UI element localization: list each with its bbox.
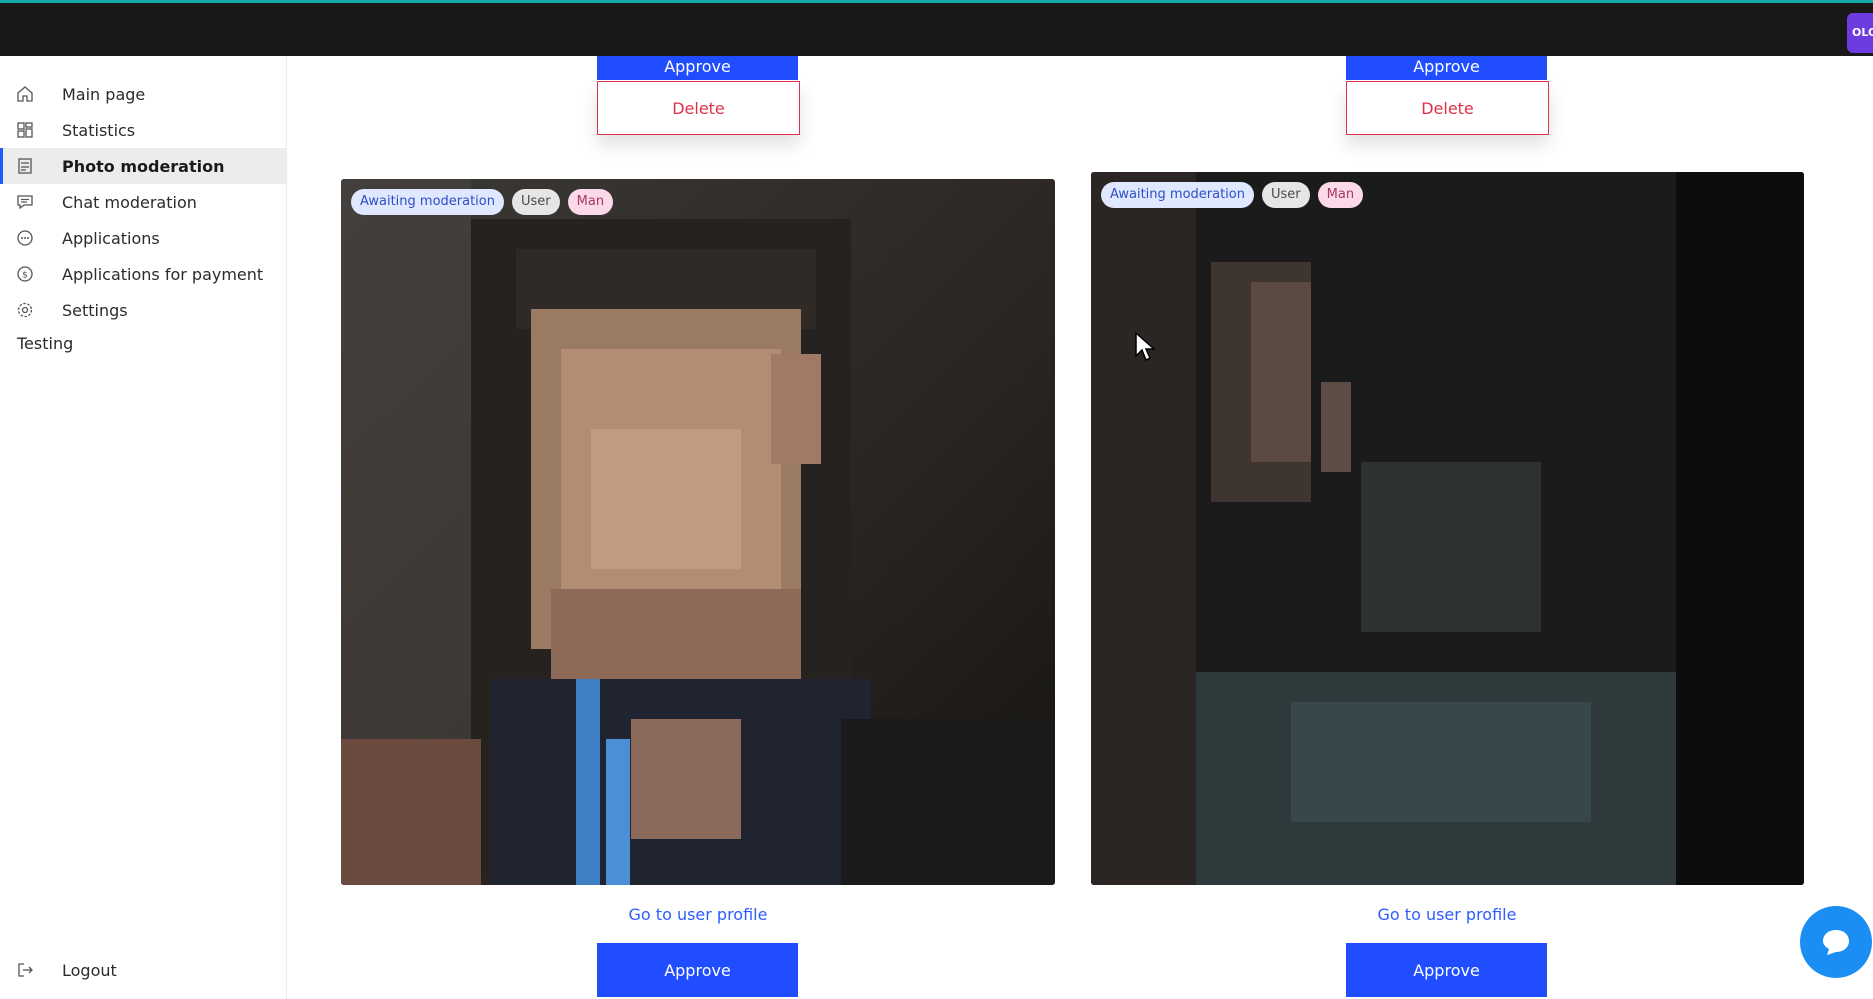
sidebar: Main page Statistics Photo moderation Ch… [0,56,287,999]
photo-moderation-content: Approve Delete Approve Delete Awaiting m… [288,56,1873,999]
status-badge: Awaiting moderation [351,189,504,215]
role-badge: User [512,189,560,215]
logout-label: Logout [62,960,117,980]
sidebar-item-label: Applications [62,228,160,248]
payment-icon: $ [17,266,33,282]
pixelated-photo [341,179,1055,885]
gender-badge: Man [1317,182,1364,208]
chat-support-button[interactable] [1800,906,1872,978]
sidebar-item-main-page[interactable]: Main page [0,76,287,112]
sidebar-item-statistics[interactable]: Statistics [0,112,287,148]
sidebar-item-photo-moderation[interactable]: Photo moderation [0,148,287,184]
photo-moderation-icon [18,158,32,174]
svg-text:$: $ [22,271,28,281]
photo-tags: Awaiting moderation User Man [351,189,614,215]
delete-button[interactable]: Delete [1346,81,1549,135]
sidebar-item-label: Main page [62,84,146,104]
user-photo[interactable]: Awaiting moderation User Man [341,179,1055,885]
sidebar-item-settings[interactable]: Settings [0,292,287,328]
approve-button[interactable]: Approve [597,943,798,997]
sidebar-item-label: Settings [62,300,128,320]
sidebar-item-label: Chat moderation [62,192,197,212]
brand-logo[interactable]: OLO [1847,13,1873,53]
sidebar-item-label: Photo moderation [62,156,225,176]
status-badge: Awaiting moderation [1101,182,1254,208]
gender-badge: Man [567,189,614,215]
role-badge: User [1262,182,1310,208]
approve-button[interactable]: Approve [597,56,798,80]
pixelated-photo [1091,172,1804,885]
home-icon [17,86,33,102]
applications-icon [17,230,33,246]
go-to-profile-link[interactable]: Go to user profile [1297,905,1597,924]
top-bar: OLO [0,0,1873,56]
user-photo[interactable]: Awaiting moderation User Man [1091,172,1804,885]
chat-bubble-icon [1823,930,1849,955]
sidebar-item-label: Statistics [62,120,136,140]
approve-button[interactable]: Approve [1346,56,1547,80]
sidebar-item-applications[interactable]: Applications [0,220,287,256]
logout-icon [18,963,33,977]
chat-icon [17,195,33,210]
sidebar-item-testing[interactable]: Testing [17,334,73,353]
logout-button[interactable]: Logout [0,952,287,988]
sidebar-item-chat-moderation[interactable]: Chat moderation [0,184,287,220]
dashboard-icon [17,122,33,138]
go-to-profile-link[interactable]: Go to user profile [548,905,848,924]
approve-button[interactable]: Approve [1346,943,1547,997]
mouse-cursor-icon [1135,332,1155,362]
delete-button[interactable]: Delete [597,81,800,135]
sidebar-item-applications-for-payment[interactable]: $ Applications for payment [0,256,287,292]
photo-tags: Awaiting moderation User Man [1101,182,1364,208]
sidebar-item-label: Applications for payment [62,264,264,284]
gear-icon [17,302,33,318]
